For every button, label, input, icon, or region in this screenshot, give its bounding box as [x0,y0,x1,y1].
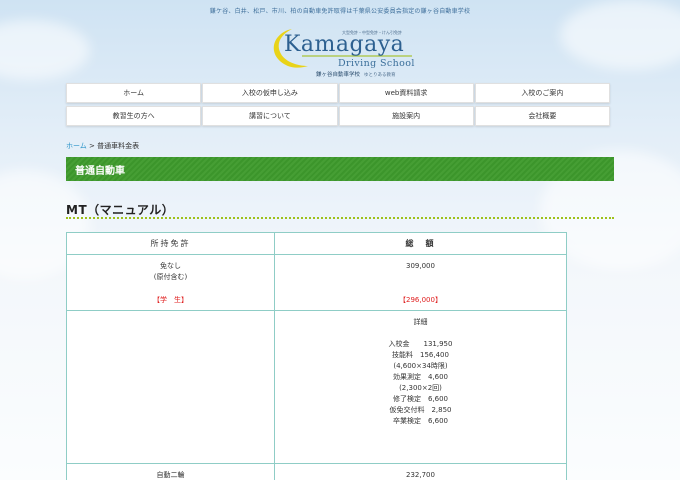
table-row-detail: 詳細 入校金 131,950 技能料 156,400 (4,600×34時限) … [66,310,567,464]
detail-line: (2,300×2回) [399,384,442,392]
table-row: 自動二輪 232,700 [66,463,567,480]
nav-for-students[interactable]: 教習生の方へ [66,106,202,126]
detail-line: 効果測定 4,600 [392,373,449,381]
nav-home[interactable]: ホーム [66,83,202,103]
nav-company[interactable]: 会社概要 [474,106,610,126]
detail-title: 詳細 [413,318,428,326]
total-cell-motorcycle: 232,700 [274,463,567,480]
license-cell: 免なし (原付含む) 【学 生】 [66,254,275,311]
total-amount: 309,000 [406,262,435,270]
detail-line: 技能料 156,400 [392,351,449,359]
nav-enrollment-guide[interactable]: 入校のご案内 [474,83,610,103]
detail-line: 仮免交付料 2,850 [389,406,452,414]
logo-brand: Kamagaya [284,32,405,57]
detail-empty-cell [66,310,275,464]
detail-line: 入校金 131,950 [388,340,453,348]
header-total: 総 額 [274,232,567,255]
table-row: 免なし (原付含む) 【学 生】 309,000 【296,000】 [66,254,567,311]
fee-table-header: 所持免許 総 額 [66,232,567,255]
nav-facilities[interactable]: 施設案内 [338,106,474,126]
total-student-amount: 【296,000】 [399,296,442,304]
license-line2: (原付含む) [153,273,188,281]
section-title: MT（マニュアル） [66,203,175,217]
detail-line: 卒業検定 6,600 [392,417,449,425]
nav-courses[interactable]: 講習について [202,106,338,126]
nav-web-brochure[interactable]: web資料請求 [338,83,474,103]
site-logo[interactable]: 大型免許・中型免許・けん引免許 Kamagaya Driving School … [262,20,422,78]
total-motorcycle: 232,700 [406,471,435,479]
main-nav: ホーム 入校の仮申し込み web資料請求 入校のご案内 教習生の方へ 講習につい… [66,83,610,129]
section-divider [66,217,614,219]
nav-row-2: 教習生の方へ 講習について 施設案内 会社概要 [66,106,610,126]
nav-provisional-application[interactable]: 入校の仮申し込み [202,83,338,103]
total-cell: 309,000 【296,000】 [274,254,567,311]
detail-cell: 詳細 入校金 131,950 技能料 156,400 (4,600×34時限) … [274,310,567,464]
breadcrumb-separator: > [86,142,98,150]
logo-jp-slogan: ゆとりある教育 [364,73,396,78]
breadcrumb-current: 普通車料金表 [97,142,140,150]
nav-row-1: ホーム 入校の仮申し込み web資料請求 入校のご案内 [66,83,610,103]
logo-jp-name: 鎌ヶ谷自動車学校 ゆとりある教育 [316,70,396,78]
fee-table: 所持免許 総 額 免なし (原付含む) 【学 生】 309,000 【296,0… [66,232,567,480]
license-cell-motorcycle: 自動二輪 [66,463,275,480]
detail-line: 修了検定 6,600 [392,395,449,403]
breadcrumb-home-link[interactable]: ホーム [66,142,87,150]
license-student: 【学 生】 [153,296,188,304]
header-license: 所持免許 [66,232,275,255]
page-heading: 普通自動車 [66,157,614,181]
site-tagline: 鎌ケ谷、白井、松戸、市川、柏の自動車免許取得は千葉県公安委員会指定の鎌ヶ谷自動車… [209,8,471,15]
logo-sub: Driving School [338,58,415,69]
license-line1: 免なし [160,262,181,270]
logo-jp-school-name: 鎌ヶ谷自動車学校 [316,72,361,78]
license-motorcycle: 自動二輪 [156,471,185,479]
breadcrumb: ホーム > 普通車料金表 [66,141,139,151]
detail-line: (4,600×34時限) [393,362,448,370]
